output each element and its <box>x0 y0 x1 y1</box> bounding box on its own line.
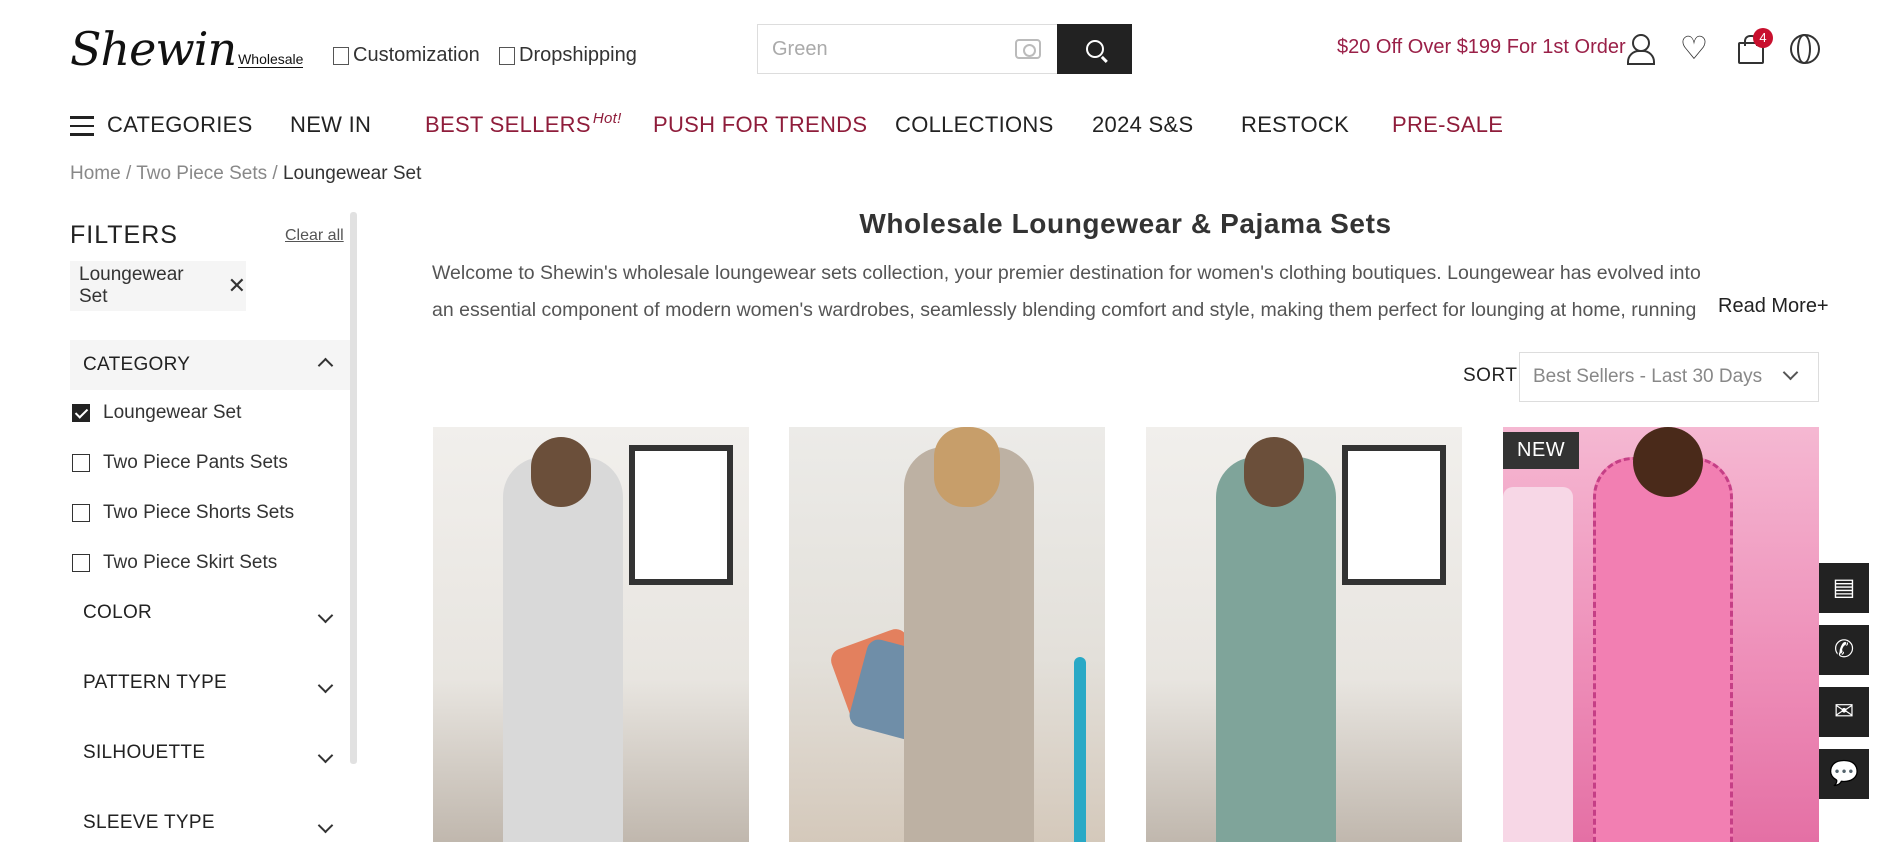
breadcrumb-home[interactable]: Home <box>70 163 121 184</box>
facet-label: COLOR <box>83 602 153 623</box>
clear-all-link[interactable]: Clear all <box>285 227 344 245</box>
logo[interactable]: Shewin Wholesale <box>70 22 304 76</box>
product-image[interactable]: NEW <box>1503 427 1819 842</box>
breadcrumb-separator: / <box>120 163 137 184</box>
whatsapp-button[interactable]: ✆ <box>1819 625 1869 675</box>
product-figure <box>1216 457 1336 842</box>
category-option-label: Two Piece Pants Sets <box>103 452 288 473</box>
main-nav: CATEGORIES NEW IN BEST SELLERS Hot! PUSH … <box>0 106 1896 146</box>
product-image[interactable] <box>433 427 749 842</box>
checkbox[interactable] <box>72 504 90 522</box>
sort-value: Best Sellers - Last 30 Days <box>1533 366 1763 387</box>
category-option[interactable]: Two Piece Skirt Sets <box>72 552 277 574</box>
nav-2024-ss[interactable]: 2024 S&S <box>1092 112 1193 138</box>
checkbox-checked[interactable] <box>72 404 90 422</box>
logo-wordmark: Shewin <box>70 22 237 76</box>
app-button[interactable]: ▤ <box>1819 563 1869 613</box>
product-figure <box>503 457 623 842</box>
hot-tag: Hot! <box>592 110 622 127</box>
menu-icon[interactable] <box>70 116 94 136</box>
wishlist-icon[interactable]: ♡ <box>1678 32 1710 64</box>
product-figure <box>1593 457 1733 842</box>
category-option-label: Loungewear Set <box>103 402 242 423</box>
language-icon[interactable] <box>1788 32 1820 64</box>
sort-label: SORT <box>1463 365 1518 386</box>
store-icon <box>499 46 515 65</box>
nav-new-in[interactable]: NEW IN <box>290 112 371 138</box>
chevron-down-icon <box>317 607 334 624</box>
nav-push-for-trends[interactable]: PUSH FOR TRENDS <box>653 112 867 138</box>
intro-text: Welcome to Shewin's wholesale loungewear… <box>432 262 1701 321</box>
product-card[interactable]: NEW <box>1503 427 1819 842</box>
nav-categories[interactable]: CATEGORIES <box>107 112 253 138</box>
chevron-down-icon <box>317 747 334 764</box>
floating-contact-bar: ▤ ✆ ✉ 💬 <box>1819 563 1869 811</box>
search-button[interactable] <box>1057 24 1132 74</box>
customization-link[interactable]: Customization <box>333 44 480 67</box>
category-option-label: Two Piece Skirt Sets <box>103 552 278 573</box>
chat-button[interactable]: 💬 <box>1819 749 1869 799</box>
breadcrumb-current: Loungewear Set <box>282 163 422 184</box>
cart-count-badge: 4 <box>1753 28 1773 48</box>
close-icon[interactable]: ✕ <box>228 275 246 297</box>
breadcrumb-parent[interactable]: Two Piece Sets <box>136 163 267 184</box>
chevron-down-icon <box>317 677 334 694</box>
search-box <box>757 24 1057 74</box>
product-card[interactable] <box>433 427 749 842</box>
product-card[interactable] <box>789 427 1105 842</box>
facet-label: PATTERN TYPE <box>83 672 228 693</box>
facet-color[interactable]: COLOR <box>83 602 351 642</box>
camera-icon[interactable] <box>1015 39 1041 59</box>
chevron-down-icon <box>317 817 334 834</box>
product-image[interactable] <box>789 427 1105 842</box>
product-image[interactable] <box>1146 427 1462 842</box>
account-icon[interactable] <box>1624 32 1656 65</box>
dropshipping-link[interactable]: Dropshipping <box>499 44 637 67</box>
search-icon <box>1085 40 1104 58</box>
chevron-down-icon <box>1782 364 1799 381</box>
new-badge: NEW <box>1503 432 1580 469</box>
nav-best-sellers-label: BEST SELLERS <box>425 112 591 137</box>
checkbox[interactable] <box>72 554 90 572</box>
search-input[interactable] <box>772 37 1012 61</box>
category-option[interactable]: Two Piece Pants Sets <box>72 452 288 474</box>
breadcrumb: Home / Two Piece Sets / Loungewear Set <box>70 163 421 185</box>
whatsapp-icon: ✆ <box>1833 636 1855 663</box>
app-icon: ▤ <box>1832 574 1856 601</box>
mail-icon: ✉ <box>1833 698 1855 725</box>
promo-text[interactable]: $20 Off Over $199 For 1st Order <box>1337 36 1626 59</box>
product-card[interactable] <box>1146 427 1462 842</box>
sidebar-scrollbar[interactable] <box>350 212 357 764</box>
email-button[interactable]: ✉ <box>1819 687 1869 737</box>
customization-label: Customization <box>353 44 480 66</box>
chat-icon: 💬 <box>1829 760 1859 787</box>
filters-title: FILTERS <box>70 221 178 249</box>
sort-select[interactable]: Best Sellers - Last 30 Days <box>1519 352 1819 402</box>
facet-pattern-type[interactable]: PATTERN TYPE <box>83 672 351 712</box>
breadcrumb-separator: / <box>267 163 283 184</box>
category-option[interactable]: Loungewear Set <box>72 402 241 424</box>
chevron-up-icon <box>317 357 334 374</box>
site-header: Shewin Wholesale Customization Dropshipp… <box>0 0 1896 96</box>
category-option-label: Two Piece Shorts Sets <box>103 502 295 523</box>
logo-subtitle: Wholesale <box>238 51 304 68</box>
category-header[interactable]: CATEGORY <box>70 340 351 390</box>
nav-pre-sale[interactable]: PRE-SALE <box>1392 112 1503 138</box>
active-filter-label: Loungewear Set <box>79 264 184 307</box>
read-more-link[interactable]: Read More+ <box>1718 295 1829 318</box>
category-option[interactable]: Two Piece Shorts Sets <box>72 502 294 524</box>
dropshipping-label: Dropshipping <box>519 44 637 66</box>
facet-sleeve-type[interactable]: SLEEVE TYPE <box>83 812 351 842</box>
facet-label: SILHOUETTE <box>83 742 206 763</box>
building-icon <box>333 46 349 65</box>
nav-collections[interactable]: COLLECTIONS <box>895 112 1054 138</box>
page-title: Wholesale Loungewear & Pajama Sets <box>859 208 1392 239</box>
checkbox[interactable] <box>72 454 90 472</box>
active-filter-chip[interactable]: Loungewear Set ✕ <box>70 261 246 311</box>
facet-label: SLEEVE TYPE <box>83 812 215 833</box>
nav-restock[interactable]: RESTOCK <box>1241 112 1349 138</box>
category-label: CATEGORY <box>83 354 191 375</box>
nav-best-sellers[interactable]: BEST SELLERS Hot! <box>425 110 622 138</box>
facet-silhouette[interactable]: SILHOUETTE <box>83 742 351 782</box>
